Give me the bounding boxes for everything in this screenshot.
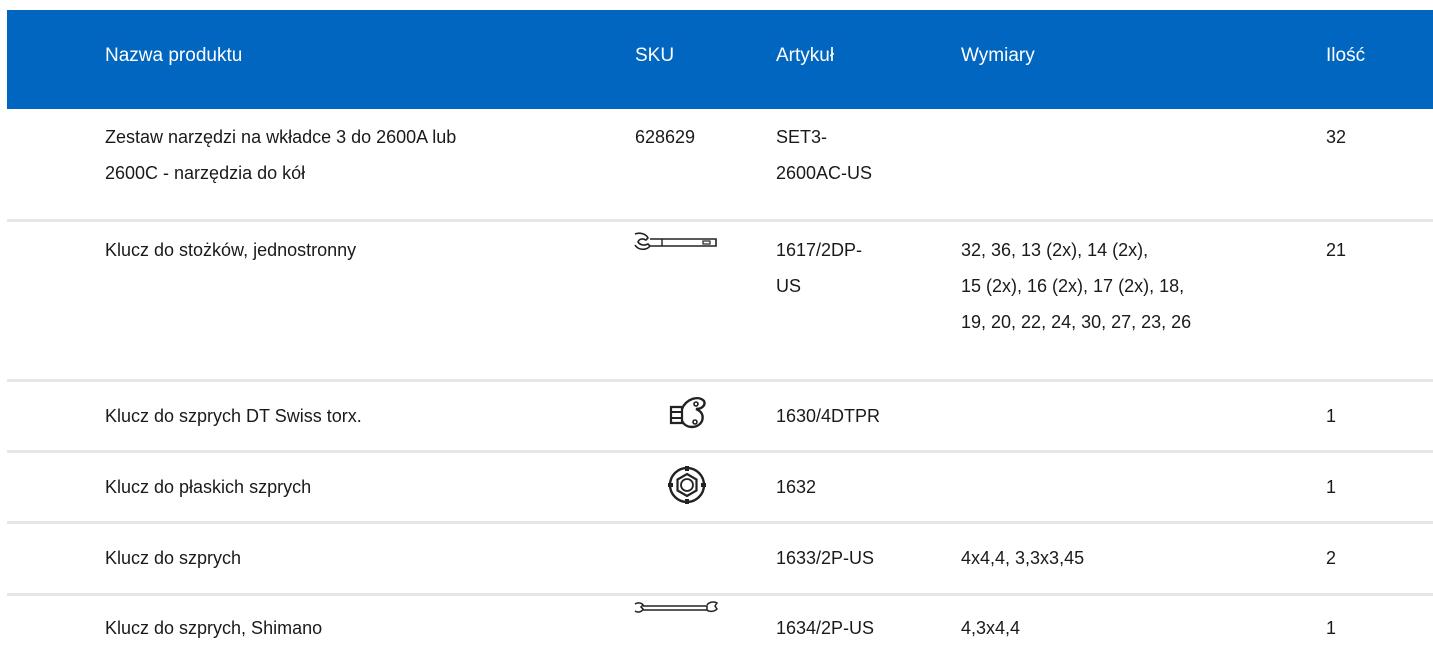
dimension-line: 19, 20, 22, 24, 30, 27, 23, 26	[961, 312, 1192, 332]
table-header: Nazwa produktu SKU Artykuł Wymiary Ilość	[7, 10, 1433, 109]
product-quantity: 1	[1326, 406, 1337, 426]
article-line: 2600AC-US	[776, 163, 873, 183]
product-quantity: 1	[1326, 618, 1337, 638]
product-quantity: 21	[1326, 240, 1347, 260]
header-article: Artykuł	[776, 45, 835, 66]
dimension-line: 32, 36, 13 (2x), 14 (2x),	[961, 240, 1149, 260]
table-row: Klucz do szprych 1633/2P-US 4x4,4, 3,3x3…	[7, 524, 1433, 596]
table-row: Zestaw narzędzi na wkładce 3 do 2600A lu…	[7, 109, 1433, 222]
product-quantity: 32	[1326, 127, 1347, 147]
product-quantity: 1	[1326, 477, 1337, 497]
header-sku: SKU	[635, 45, 675, 66]
product-sku: 628629	[635, 127, 696, 147]
article-line: SET3-	[776, 127, 828, 147]
header-name: Nazwa produktu	[105, 45, 243, 66]
product-name: Klucz do szprych	[105, 548, 242, 568]
header-dimensions: Wymiary	[961, 45, 1035, 66]
product-name-line: 2600C - narzędzia do kół	[105, 163, 306, 183]
product-article: 1632	[776, 477, 817, 497]
product-dimensions: 4,3x4,4	[961, 618, 1021, 638]
table-row: Klucz do szprych, Shimano 1634/2P-US 4,3…	[7, 596, 1433, 652]
article-line: US	[776, 276, 802, 296]
product-name: Zestaw narzędzi na wkładce 3 do 2600A lu…	[105, 119, 615, 191]
product-name: Klucz do szprych DT Swiss torx.	[105, 406, 362, 426]
article-line: 1617/2DP-	[776, 240, 863, 260]
product-name-line: Zestaw narzędzi na wkładce 3 do 2600A lu…	[105, 127, 457, 147]
table-row: Klucz do płaskich szprych 1632 1	[7, 453, 1433, 524]
header-quantity: Ilość	[1326, 45, 1366, 66]
table-row: Klucz do stożków, jednostronny 1617/2DP-…	[7, 222, 1433, 382]
product-article: SET3- 2600AC-US	[776, 119, 936, 191]
dt-swiss-spoke-key-icon	[668, 395, 708, 435]
product-dimensions: 32, 36, 13 (2x), 14 (2x), 15 (2x), 16 (2…	[961, 232, 1301, 340]
double-spoke-wrench-icon	[633, 600, 719, 616]
dimension-line: 15 (2x), 16 (2x), 17 (2x), 18,	[961, 276, 1185, 296]
round-spoke-wrench-icon	[667, 465, 707, 505]
product-dimensions: 4x4,4, 3,3x3,45	[961, 548, 1085, 568]
cone-wrench-icon	[632, 230, 720, 256]
product-article: 1617/2DP- US	[776, 232, 936, 304]
product-article: 1630/4DTPR	[776, 406, 881, 426]
product-quantity: 2	[1326, 548, 1337, 568]
table-row: Klucz do szprych DT Swiss torx. 1630/4DT…	[7, 382, 1433, 453]
product-name: Klucz do płaskich szprych	[105, 477, 312, 497]
product-table: Nazwa produktu SKU Artykuł Wymiary Ilość…	[7, 10, 1433, 652]
product-article: 1633/2P-US	[776, 548, 875, 568]
product-name: Klucz do szprych, Shimano	[105, 618, 323, 638]
product-name: Klucz do stożków, jednostronny	[105, 240, 357, 260]
product-article: 1634/2P-US	[776, 618, 875, 638]
